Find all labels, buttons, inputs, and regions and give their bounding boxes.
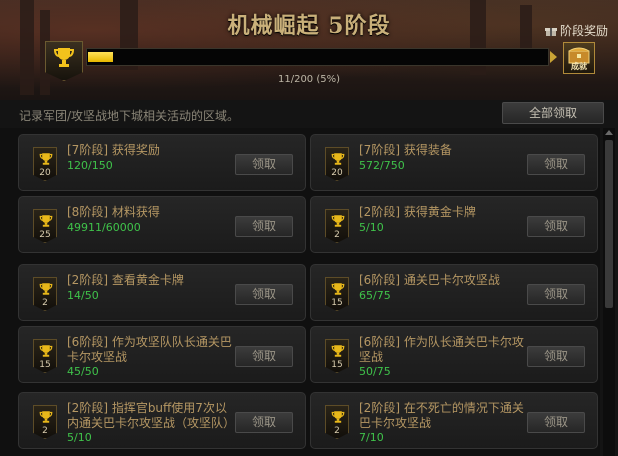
progress-text: 11/200 (5%) [277, 74, 341, 85]
badge-level: 20 [331, 168, 343, 178]
progress-fill [88, 52, 113, 62]
achievement-title: [2阶段] 在不死亡的情况下通关巴卡尔攻坚战 [359, 401, 524, 430]
achievement-card: 20 [7阶段] 获得装备 572/750 领取 [310, 134, 598, 191]
achievement-title: [8阶段] 材料获得 [67, 205, 160, 219]
claim-all-button[interactable]: 全部领取 [502, 102, 604, 124]
chest-label: 成就 [571, 62, 587, 71]
stage-progress-bar [86, 48, 549, 66]
section-description: 记录军团/攻坚战地下城相关活动的区域。 [19, 109, 240, 123]
claim-button[interactable]: 领取 [235, 412, 293, 433]
achievement-card: 2 [2阶段] 获得黄金卡牌 5/10 领取 [310, 196, 598, 253]
badge-level: 2 [42, 426, 48, 436]
scroll-up-arrow-icon[interactable] [603, 128, 615, 138]
badge-level: 2 [42, 298, 48, 308]
achievement-chest-icon[interactable]: 成就 [563, 42, 595, 74]
trophy-badge-icon: 15 [33, 339, 57, 373]
scroll-thumb[interactable] [605, 140, 613, 308]
achievement-card: 2 [2阶段] 查看黄金卡牌 14/50 领取 [18, 264, 306, 321]
achievement-progress: 7/10 [359, 431, 384, 444]
achievement-card: 2 [2阶段] 在不死亡的情况下通关巴卡尔攻坚战 7/10 领取 [310, 392, 598, 449]
achievement-title: [2阶段] 获得黄金卡牌 [359, 205, 476, 219]
achievement-progress: 5/10 [359, 221, 384, 234]
achievement-progress: 572/750 [359, 159, 405, 172]
trophy-badge-icon: 2 [33, 277, 57, 311]
claim-button[interactable]: 领取 [235, 284, 293, 305]
claim-button[interactable]: 领取 [527, 284, 585, 305]
trophy-badge-icon: 2 [325, 405, 349, 439]
badge-level: 2 [334, 230, 340, 240]
achievement-title: [2阶段] 查看黄金卡牌 [67, 273, 184, 287]
badge-level: 15 [331, 298, 343, 308]
achievement-title: [6阶段] 作为队长通关巴卡尔攻坚战 [359, 335, 524, 364]
claim-button[interactable]: 领取 [235, 216, 293, 237]
achievement-title: [6阶段] 作为攻坚队队长通关巴卡尔攻坚战 [67, 335, 232, 364]
achievement-progress: 50/75 [359, 365, 391, 378]
trophy-badge-icon: 15 [325, 339, 349, 373]
achievement-card: 25 [8阶段] 材料获得 49911/60000 领取 [18, 196, 306, 253]
achievement-title: [2阶段] 指挥官buff使用7次以内通关巴卡尔攻坚战（攻坚队） [67, 401, 236, 430]
page-title: 机械崛起 5阶段 [227, 13, 391, 39]
trophy-badge-icon: 20 [325, 147, 349, 181]
achievement-card: 2 [2阶段] 指挥官buff使用7次以内通关巴卡尔攻坚战（攻坚队） 5/10 领取 [18, 392, 306, 449]
trophy-badge-icon: 20 [33, 147, 57, 181]
achievement-progress: 65/75 [359, 289, 391, 302]
achievement-title: [7阶段] 获得装备 [359, 143, 452, 157]
badge-level: 25 [39, 230, 51, 240]
claim-button[interactable]: 领取 [527, 154, 585, 175]
trophy-badge-icon: 25 [33, 209, 57, 243]
stage-reward-label: 阶段奖励 [559, 24, 608, 38]
achievement-card: 15 [6阶段] 通关巴卡尔攻坚战 65/75 领取 [310, 264, 598, 321]
achievement-progress: 14/50 [67, 289, 99, 302]
stage-reward-button[interactable]: 阶段奖励 [544, 22, 608, 39]
badge-level: 15 [331, 360, 343, 370]
achievement-card: 20 [7阶段] 获得奖励 120/150 领取 [18, 134, 306, 191]
badge-level: 15 [39, 360, 51, 370]
achievement-progress: 5/10 [67, 431, 92, 444]
badge-level: 20 [39, 168, 51, 178]
achievement-progress: 120/150 [67, 159, 113, 172]
trophy-badge-icon: 2 [325, 209, 349, 243]
trophy-badge-icon: 2 [33, 405, 57, 439]
claim-button[interactable]: 领取 [527, 346, 585, 367]
achievement-progress: 45/50 [67, 365, 99, 378]
scrollbar[interactable] [603, 128, 615, 456]
progress-arrow-icon [550, 51, 557, 63]
achievement-title: [7阶段] 获得奖励 [67, 143, 160, 157]
gift-icon [544, 25, 557, 37]
achievement-card: 15 [6阶段] 作为队长通关巴卡尔攻坚战 50/75 领取 [310, 326, 598, 383]
claim-button[interactable]: 领取 [527, 412, 585, 433]
claim-button[interactable]: 领取 [235, 346, 293, 367]
achievement-progress: 49911/60000 [67, 221, 141, 234]
badge-level: 2 [334, 426, 340, 436]
achievement-title: [6阶段] 通关巴卡尔攻坚战 [359, 273, 500, 287]
claim-button[interactable]: 领取 [235, 154, 293, 175]
claim-button[interactable]: 领取 [527, 216, 585, 237]
achievement-card: 15 [6阶段] 作为攻坚队队长通关巴卡尔攻坚战 45/50 领取 [18, 326, 306, 383]
trophy-badge-icon: 15 [325, 277, 349, 311]
achievement-list: 20 [7阶段] 获得奖励 120/150 领取 20 [7阶段] 获得装备 572/750… [0, 128, 600, 456]
